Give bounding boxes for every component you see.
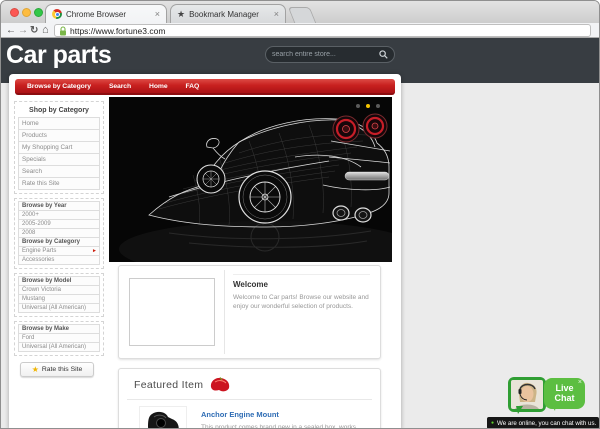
tab-strip: Chrome Browser × ★ Bookmark Manager × xyxy=(1,1,599,23)
tab-close-icon[interactable]: × xyxy=(155,10,160,19)
divider xyxy=(224,270,225,354)
sidebar-item-universal-make[interactable]: Universal (All American) xyxy=(18,342,100,352)
forward-icon[interactable]: → xyxy=(18,23,28,38)
site-content-wrapper: Browse by Category Search Home FAQ Shop … xyxy=(9,74,401,429)
bookmark-star-icon: ★ xyxy=(177,10,185,19)
featured-header: Featured Item xyxy=(119,369,380,397)
url-text: https://www.fortune3.com xyxy=(70,26,165,36)
new-tab-button[interactable] xyxy=(288,7,316,23)
featured-title: Featured Item xyxy=(134,379,203,391)
search-icon[interactable] xyxy=(379,50,388,59)
web-page: Car parts Browse by Category Search Home… xyxy=(1,38,599,429)
browser-window: Chrome Browser × ★ Bookmark Manager × ← … xyxy=(0,0,600,429)
sidebar-item-rate-this-site[interactable]: Rate this Site xyxy=(18,177,100,190)
hot-item-icon xyxy=(209,376,231,393)
browser-toolbar: ← → ↻ ⌂ https://www.fortune3.com xyxy=(1,23,599,38)
sidebar: Shop by Category Home Products My Shoppi… xyxy=(14,101,104,377)
window-zoom-button[interactable] xyxy=(34,8,43,17)
store-search-input[interactable] xyxy=(272,51,375,58)
chat-status-text: We are online, you can chat with us. xyxy=(497,420,596,427)
sidebar-group-make: Browse by Make Ford Universal (All Ameri… xyxy=(14,321,104,356)
tab-label: Bookmark Manager xyxy=(189,10,270,19)
submenu-arrow-icon: ► xyxy=(92,248,97,254)
home-icon[interactable]: ⌂ xyxy=(42,23,49,38)
chat-close-icon[interactable]: × xyxy=(578,379,582,386)
welcome-body: Welcome to Car parts! Browse our website… xyxy=(233,294,370,311)
product-image[interactable] xyxy=(139,406,187,429)
window-minimize-button[interactable] xyxy=(22,8,31,17)
tab-chrome-browser[interactable]: Chrome Browser × xyxy=(45,4,167,23)
online-dot-icon: ● xyxy=(491,421,494,426)
padlock-icon xyxy=(59,26,67,36)
featured-product-row: Anchor Engine Mount This product comes b… xyxy=(119,406,380,429)
tab-bookmark-manager[interactable]: ★ Bookmark Manager × xyxy=(170,4,286,23)
sidebar-item-accessories[interactable]: Accessories xyxy=(18,255,100,265)
carousel-dot-active[interactable] xyxy=(366,104,370,108)
tab-close-icon[interactable]: × xyxy=(274,10,279,19)
address-bar[interactable]: https://www.fortune3.com xyxy=(54,24,591,37)
welcome-image-placeholder xyxy=(129,278,215,346)
rate-this-site-button[interactable]: ★ Rate this Site xyxy=(20,362,94,377)
product-description: This product comes brand new in a sealed… xyxy=(201,424,368,429)
store-search-box[interactable] xyxy=(265,46,395,63)
star-icon: ★ xyxy=(32,366,39,374)
chrome-logo-icon xyxy=(52,9,62,19)
product-info: Anchor Engine Mount This product comes b… xyxy=(201,406,380,429)
product-name-link[interactable]: Anchor Engine Mount xyxy=(201,410,368,419)
site-title: Car parts xyxy=(6,41,111,70)
welcome-text-column: Welcome Welcome to Car parts! Browse our… xyxy=(233,274,370,311)
chat-status-bar[interactable]: ● We are online, you can chat with us. xyxy=(487,417,599,429)
tab-label: Chrome Browser xyxy=(66,10,151,19)
divider xyxy=(127,399,372,400)
welcome-title: Welcome xyxy=(233,280,370,289)
sidebar-item-universal-model[interactable]: Universal (All American) xyxy=(18,303,100,313)
chat-agent-photo-bubble[interactable] xyxy=(508,377,546,412)
welcome-panel: Welcome Welcome to Car parts! Browse our… xyxy=(118,265,381,359)
chat-agent-avatar xyxy=(511,380,543,409)
sidebar-group-browse: Browse by Year 2000+ 2005-2009 2008 Brow… xyxy=(14,198,104,269)
live-chat-label-line2: Chat xyxy=(544,393,585,403)
carousel-dot[interactable] xyxy=(356,104,360,108)
live-chat-button[interactable]: × Live Chat xyxy=(544,378,585,409)
sidebar-group-shop: Shop by Category Home Products My Shoppi… xyxy=(14,101,104,194)
sidebar-item-label: Engine Parts xyxy=(22,248,56,254)
reload-icon[interactable]: ↻ xyxy=(30,23,38,38)
featured-item-panel: Featured Item xyxy=(118,368,381,429)
wireframe-car-image xyxy=(109,97,392,262)
window-close-button[interactable] xyxy=(10,8,19,17)
carousel-dots xyxy=(356,104,380,108)
nav-browse-by-category[interactable]: Browse by Category xyxy=(27,83,91,90)
back-icon[interactable]: ← xyxy=(6,23,16,38)
carousel-dot[interactable] xyxy=(376,104,380,108)
hero-banner xyxy=(109,97,392,262)
rate-button-label: Rate this Site xyxy=(42,366,82,373)
sidebar-group-model: Browse by Model Crown Victoria Mustang U… xyxy=(14,273,104,317)
main-column: Welcome Welcome to Car parts! Browse our… xyxy=(109,74,392,429)
